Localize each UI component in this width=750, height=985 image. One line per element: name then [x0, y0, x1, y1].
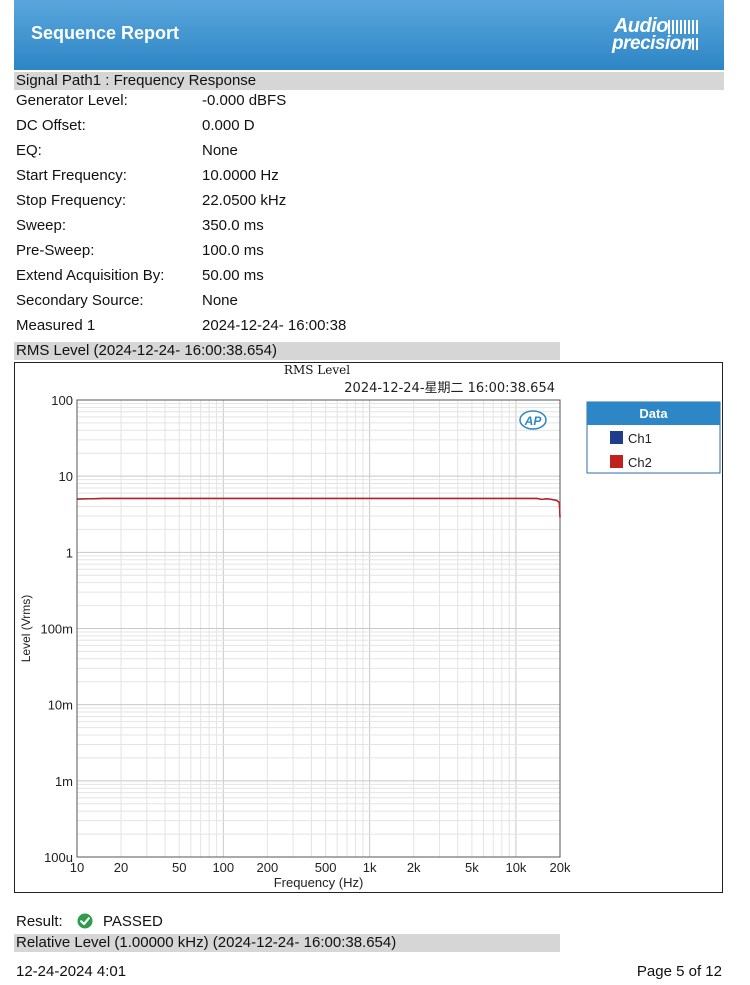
- param-value: 0.000 D: [202, 117, 255, 134]
- param-label: Extend Acquisition By:: [16, 267, 165, 284]
- y-tick-label: 1m: [55, 774, 73, 789]
- x-tick-label: 20: [114, 860, 128, 875]
- x-axis-label: Frequency (Hz): [274, 875, 364, 890]
- result-status: PASSED: [103, 913, 163, 930]
- x-tick-label: 20k: [550, 860, 571, 875]
- rms-level-chart: 10 20 50 100 200 500 1k 2k 5k 10k 20k 100 10 1 100m 10m…: [14, 362, 723, 893]
- param-row: Secondary Source: None: [16, 292, 516, 312]
- audio-precision-logo: Audio precision: [592, 14, 698, 56]
- param-value: 100.0 ms: [202, 242, 264, 259]
- x-tick-label: 50: [172, 860, 186, 875]
- y-tick-label: 10: [59, 469, 73, 484]
- legend-swatch: [610, 431, 623, 444]
- x-tick-label: 1k: [363, 860, 377, 875]
- param-label: DC Offset:: [16, 117, 86, 134]
- param-row: Measured 1 2024-12-24- 16:00:38: [16, 317, 516, 337]
- y-tick-label: 10m: [48, 698, 73, 713]
- section-relative-level: Relative Level (1.00000 kHz) (2024-12-24…: [14, 934, 560, 952]
- param-row: Pre-Sweep: 100.0 ms: [16, 242, 516, 262]
- x-tick-label: 500: [315, 860, 337, 875]
- section-signal-path: Signal Path1 : Frequency Response: [14, 72, 724, 90]
- param-value: 350.0 ms: [202, 217, 264, 234]
- param-label: Pre-Sweep:: [16, 242, 95, 259]
- x-tick-label: 2k: [407, 860, 421, 875]
- section-rms-level: RMS Level (2024-12-24- 16:00:38.654): [14, 342, 560, 360]
- chart-svg: 10 20 50 100 200 500 1k 2k 5k 10k 20k100101100m10m…: [19, 363, 721, 890]
- legend-title: Data: [639, 406, 668, 421]
- logo-bars-small-icon: [692, 38, 698, 50]
- y-tick-label: 100u: [44, 850, 73, 865]
- param-label: Measured 1: [16, 317, 96, 334]
- x-tick-label: 100: [212, 860, 234, 875]
- logo-text-precision: precision: [612, 33, 692, 54]
- param-row: EQ: None: [16, 142, 516, 162]
- check-circle-icon: [77, 913, 93, 929]
- chart-title: RMS Level: [284, 363, 350, 377]
- param-row: Start Frequency: 10.0000 Hz: [16, 167, 516, 187]
- legend-swatch: [610, 455, 623, 468]
- report-header: Sequence Report Audio precision: [14, 0, 724, 70]
- footer-page-number: Page 5 of 12: [636, 963, 722, 980]
- y-tick-label: 100: [51, 393, 73, 408]
- y-tick-label: 1: [66, 545, 73, 560]
- param-value: 2024-12-24- 16:00:38: [202, 317, 347, 334]
- param-row: Extend Acquisition By: 50.00 ms: [16, 267, 516, 287]
- param-value: -0.000 dBFS: [202, 92, 287, 109]
- param-label: Stop Frequency:: [16, 192, 127, 209]
- param-value: None: [202, 142, 238, 159]
- param-row: Sweep: 350.0 ms: [16, 217, 516, 237]
- param-label: Generator Level:: [16, 92, 128, 109]
- result-line: Result: PASSED: [16, 913, 163, 930]
- param-value: None: [202, 292, 238, 309]
- report-title: Sequence Report: [31, 23, 180, 43]
- x-tick-label: 200: [257, 860, 279, 875]
- y-axis-label: Level (Vrms): [19, 595, 33, 663]
- footer-date: 12-24-2024 4:01: [16, 963, 127, 980]
- param-label: Secondary Source:: [16, 292, 144, 309]
- param-value: 22.0500 kHz: [202, 192, 287, 209]
- param-row: Stop Frequency: 22.0500 kHz: [16, 192, 516, 212]
- legend-entry: Ch1: [628, 431, 652, 446]
- param-row: DC Offset: 0.000 D: [16, 117, 516, 137]
- x-tick-label: 10k: [505, 860, 526, 875]
- y-tick-label: 100m: [40, 622, 73, 637]
- param-row: Generator Level: -0.000 dBFS: [16, 92, 516, 112]
- param-label: Start Frequency:: [16, 167, 127, 184]
- param-value: 10.0000 Hz: [202, 167, 279, 184]
- logo-bars-icon: [668, 20, 698, 34]
- chart-subtitle: 2024-12-24-星期二 16:00:38.654: [344, 381, 555, 396]
- param-label: Sweep:: [16, 217, 67, 234]
- param-label: EQ:: [16, 142, 42, 159]
- ap-logo-text: AP: [524, 414, 543, 428]
- result-label: Result:: [16, 913, 63, 930]
- param-value: 50.00 ms: [202, 267, 264, 284]
- legend-entry: Ch2: [628, 455, 652, 470]
- x-tick-label: 5k: [465, 860, 479, 875]
